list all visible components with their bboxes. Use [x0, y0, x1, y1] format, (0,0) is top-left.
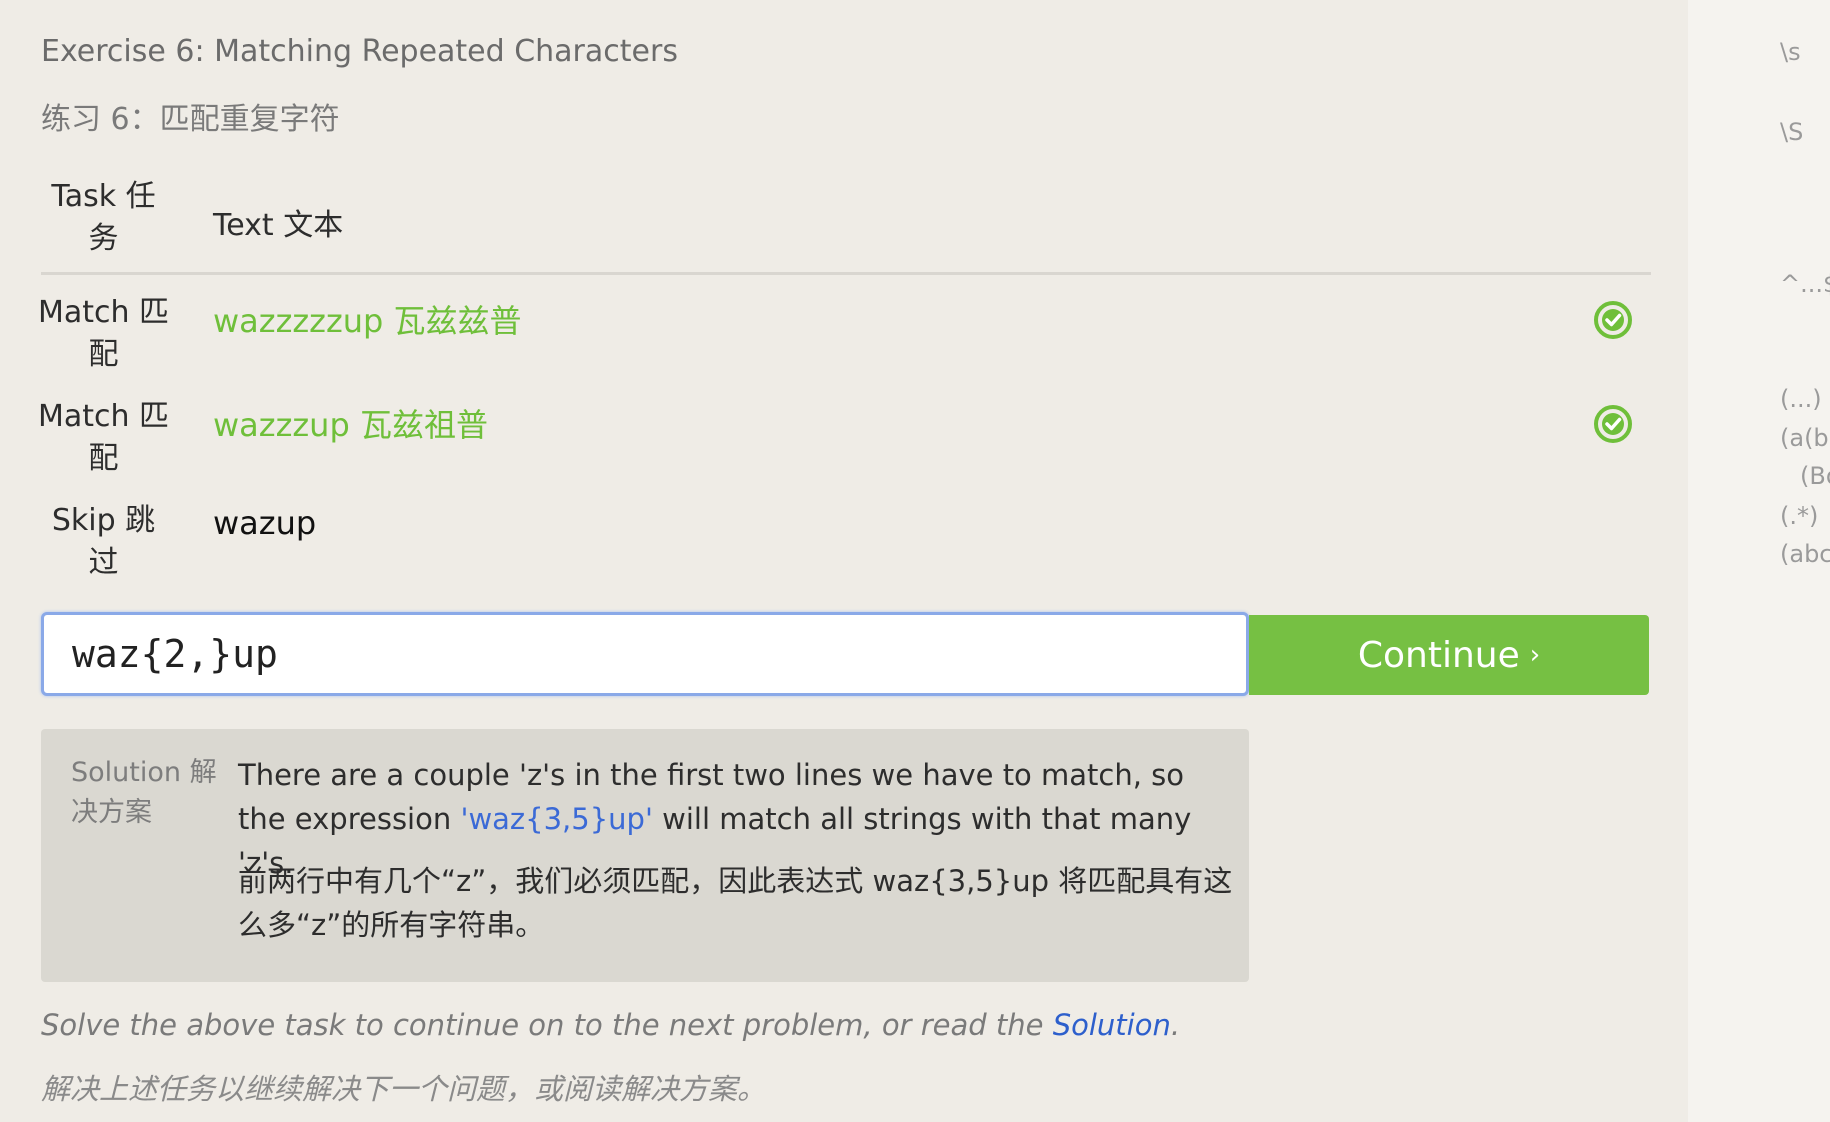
cheatsheet-item[interactable]: \S: [1780, 118, 1803, 146]
row-task-line1: Skip 跳: [51, 503, 156, 538]
exercise-title-en: Exercise 6: Matching Repeated Characters: [41, 34, 678, 69]
cheatsheet-item[interactable]: (.*): [1780, 502, 1818, 530]
cheatsheet-item[interactable]: (...): [1780, 385, 1822, 413]
regex-input[interactable]: [44, 615, 1246, 693]
check-circle-icon: [1594, 405, 1632, 443]
footer-hint-zh: 解决上述任务以继续解决下一个问题，或阅读解决方案。: [41, 1072, 767, 1106]
cheatsheet-item[interactable]: (a(b: [1780, 424, 1829, 452]
cheatsheet-item[interactable]: ^...$: [1780, 270, 1830, 298]
check-circle-icon: [1594, 301, 1632, 339]
table-header-task: Task 任 务: [41, 176, 166, 260]
table-row-task: Skip 跳 过: [36, 500, 171, 584]
cheatsheet-item[interactable]: (abc: [1780, 540, 1830, 568]
table-row-text: wazup: [213, 504, 317, 542]
table-header-task-line1: Task 任: [51, 179, 156, 214]
continue-button-label: Continue: [1357, 634, 1520, 676]
table-row-text: wazzzup 瓦兹祖普: [213, 406, 488, 444]
exercise-title-zh: 练习 6：匹配重复字符: [41, 102, 340, 137]
lesson-main: Exercise 6: Matching Repeated Characters…: [0, 0, 1688, 1122]
table-header-divider: [41, 272, 1651, 275]
table-row-task: Match 匹 配: [36, 396, 171, 480]
solution-expression: 'waz{3,5}up': [460, 802, 653, 836]
solution-panel: Solution 解决方案 There are a couple 'z's in…: [41, 729, 1249, 982]
row-task-line1: Match 匹: [37, 295, 170, 330]
row-task-line1: Match 匹: [37, 399, 170, 434]
footer-hint-en-part2: .: [1170, 1008, 1181, 1042]
solution-label: Solution 解决方案: [71, 757, 217, 828]
continue-button[interactable]: Continue ›: [1249, 615, 1649, 695]
solution-link[interactable]: Solution: [1053, 1008, 1171, 1042]
table-row-task: Match 匹 配: [36, 292, 171, 376]
solution-text-zh: 前两行中有几个“z”，我们必须匹配，因此表达式 waz{3,5}up 将匹配具有…: [238, 864, 1233, 942]
cheatsheet-panel: \s \S ^...$ (...) (a(b (Bo (.*) (abc: [1688, 0, 1830, 1122]
row-task-line2: 配: [88, 441, 119, 476]
row-task-line2: 过: [88, 545, 119, 580]
cheatsheet-item[interactable]: (Bo: [1800, 462, 1830, 490]
footer-hint-en: Solve the above task to continue on to t…: [41, 1008, 1180, 1042]
row-task-line2: 配: [88, 337, 119, 372]
footer-hint-en-part1: Solve the above task to continue on to t…: [41, 1008, 1053, 1042]
chevron-right-icon: ›: [1529, 640, 1541, 670]
cheatsheet-item[interactable]: \s: [1780, 38, 1801, 66]
table-row-text: wazzzzzup 瓦兹兹普: [213, 302, 522, 340]
regex-input-wrapper: [41, 612, 1249, 696]
table-header-text: Text 文本: [213, 208, 344, 243]
table-header-task-line2: 务: [88, 221, 119, 256]
